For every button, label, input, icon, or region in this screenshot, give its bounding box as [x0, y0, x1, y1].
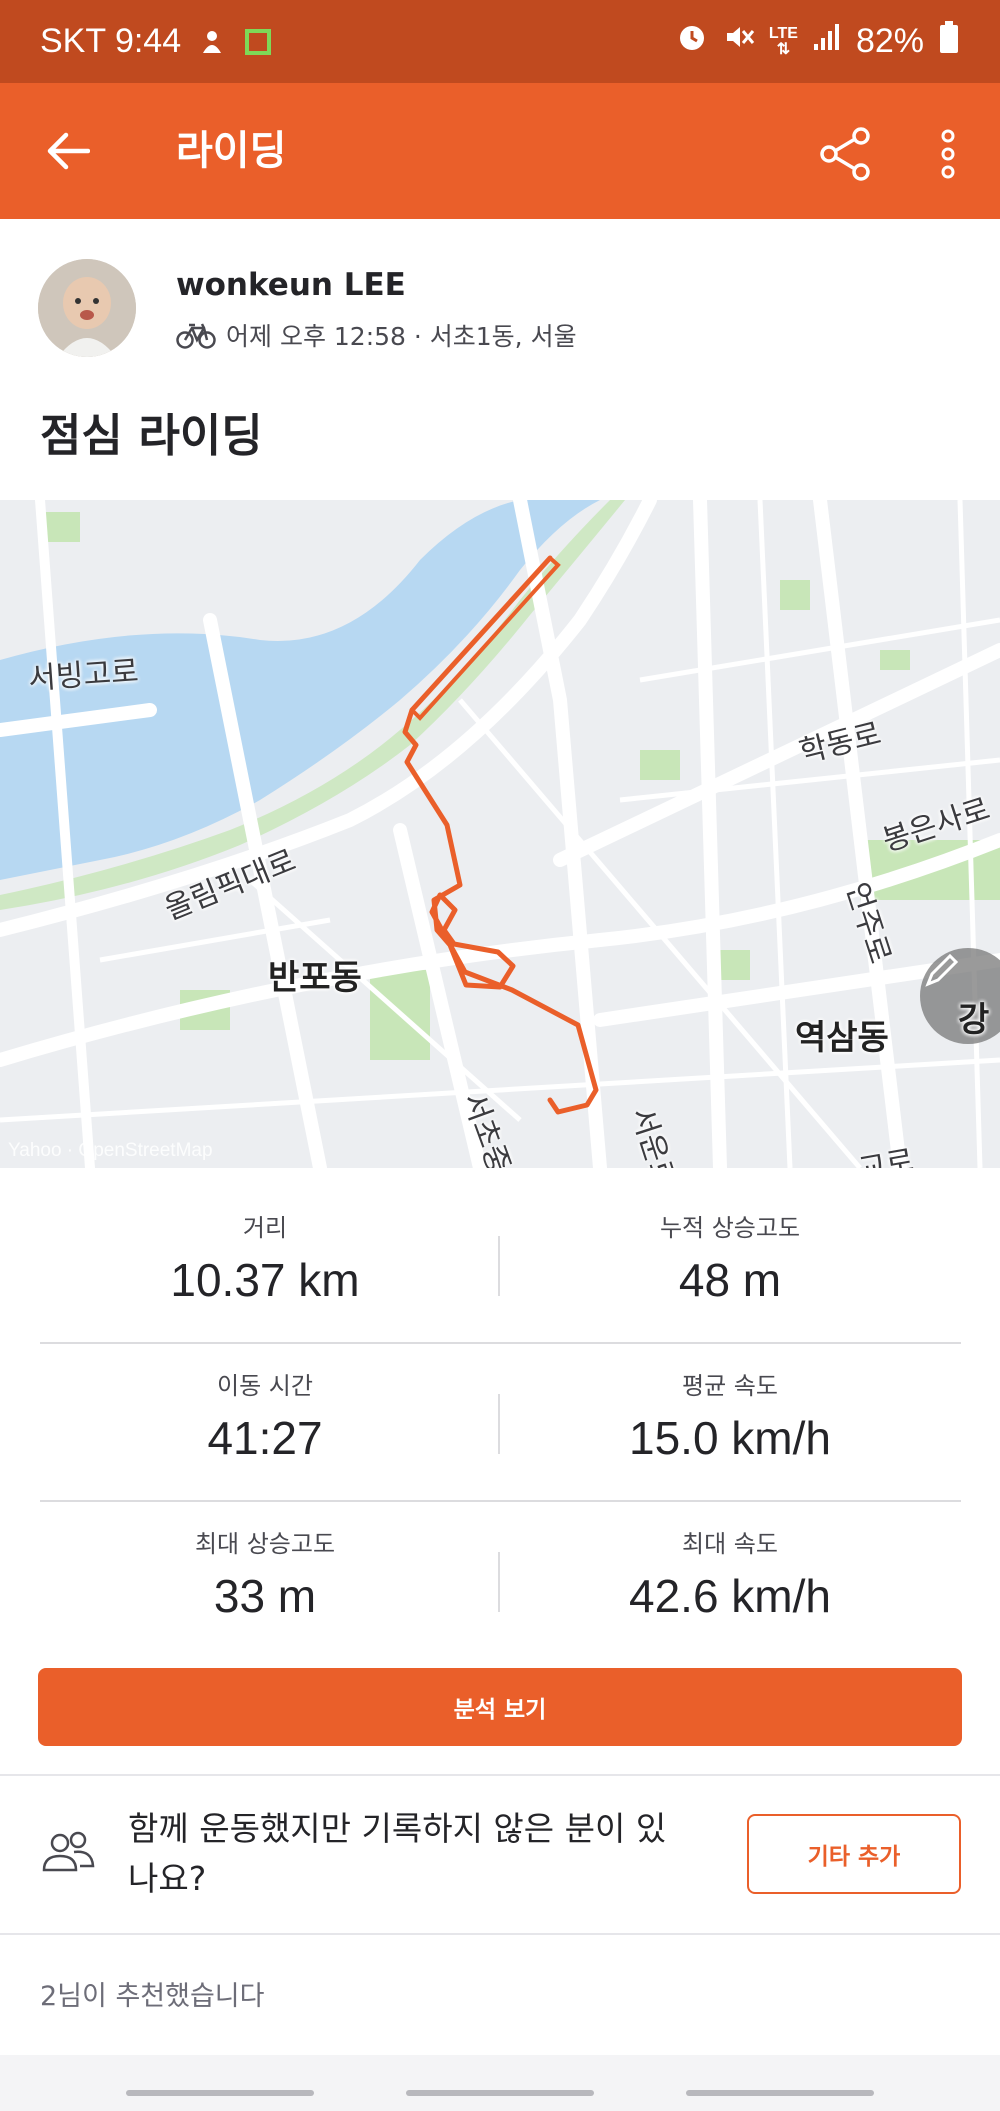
nav-recents-button[interactable] — [126, 2090, 314, 2096]
map-canvas — [0, 500, 1000, 1168]
stat-label: 최대 상승고도 — [194, 1530, 336, 1558]
stat-max-elevation: 최대 상승고도 33 m — [35, 1524, 495, 1623]
activity-title: 점심 라이딩 — [40, 409, 263, 462]
alarm-icon — [675, 20, 709, 63]
map-label: 서빙고로 — [27, 654, 140, 697]
map-label: 반포동 — [268, 958, 362, 998]
divider — [0, 1774, 1000, 1776]
back-button[interactable] — [38, 121, 98, 181]
carrier-time: SKT 9:44 — [40, 22, 182, 60]
stat-value: 41:27 — [207, 1412, 323, 1464]
activity-header: wonkeun LEE 어제 오후 12:58 · 서초1동, 서울 점심 라이… — [0, 219, 1000, 499]
stat-value: 42.6 km/h — [629, 1570, 831, 1622]
stat-elevation-gain: 누적 상승고도 48 m — [500, 1208, 960, 1307]
stat-value: 15.0 km/h — [629, 1412, 831, 1464]
app-bar: 라이딩 — [0, 83, 1000, 219]
stat-label: 이동 시간 — [217, 1372, 313, 1400]
kudos-text[interactable]: 2님이 추천했습니다 — [40, 1974, 264, 2013]
status-bar: SKT 9:44 LTE ⇅ 82% — [0, 0, 1000, 83]
share-button[interactable] — [810, 119, 880, 189]
nav-home-button[interactable] — [406, 2090, 594, 2096]
status-left: SKT 9:44 — [40, 0, 273, 83]
battery-icon — [938, 20, 960, 63]
page-title: 라이딩 — [176, 128, 287, 174]
add-others-button[interactable]: 기타 추가 — [747, 1814, 961, 1894]
stat-label: 거리 — [242, 1214, 288, 1242]
map-label: 강 — [958, 1000, 990, 1040]
arrow-left-icon — [47, 132, 90, 170]
view-analysis-button[interactable]: 분석 보기 — [38, 1668, 962, 1746]
stat-moving-time: 이동 시간 41:27 — [35, 1366, 495, 1465]
pencil-icon — [925, 953, 959, 987]
status-right: LTE ⇅ 82% — [675, 0, 960, 83]
more-options-button[interactable] — [918, 119, 978, 189]
signal-icon — [812, 22, 842, 61]
mute-icon — [723, 21, 755, 62]
stat-value: 10.37 km — [170, 1254, 360, 1306]
share-icon — [820, 127, 870, 181]
stat-value: 48 m — [678, 1254, 782, 1306]
stat-label: 최대 속도 — [682, 1530, 778, 1558]
activity-meta: 어제 오후 12:58 · 서초1동, 서울 — [176, 317, 577, 353]
nav-back-button[interactable] — [686, 2090, 874, 2096]
map-attribution: Yahoo · OpenStreetMap — [8, 1140, 213, 1161]
stat-label: 누적 상승고도 — [659, 1214, 801, 1242]
lte-icon: LTE ⇅ — [768, 24, 798, 58]
stat-value: 33 m — [213, 1570, 317, 1622]
athlete-name[interactable]: wonkeun LEE — [176, 267, 406, 303]
bike-icon — [176, 321, 216, 349]
battery-percent: 82% — [855, 22, 924, 60]
avatar[interactable] — [38, 259, 136, 357]
screen-record-icon — [243, 27, 273, 57]
notification-icon — [197, 27, 227, 57]
stat-distance: 거리 10.37 km — [35, 1208, 495, 1307]
divider — [40, 1342, 961, 1344]
people-group-icon — [42, 1831, 95, 1872]
group-activity-prompt: 함께 운동했지만 기록하지 않은 분이 있나요? — [128, 1809, 667, 1898]
map-label: 역삼동 — [795, 1018, 889, 1058]
more-vertical-icon — [941, 129, 955, 179]
route-map[interactable]: 서빙고로 올림픽대로 반포동 학동로 봉은사로 언주로 역삼동 서초중 서운로 … — [0, 500, 1000, 1168]
activity-datetime-location: 어제 오후 12:58 · 서초1동, 서울 — [226, 322, 577, 351]
divider — [0, 1933, 1000, 1935]
stat-avg-speed: 평균 속도 15.0 km/h — [500, 1366, 960, 1465]
stat-max-speed: 최대 속도 42.6 km/h — [500, 1524, 960, 1623]
divider — [40, 1500, 961, 1502]
system-nav-bar — [0, 2055, 1000, 2111]
stat-label: 평균 속도 — [682, 1372, 778, 1400]
stats-grid: 거리 10.37 km 누적 상승고도 48 m 이동 시간 41:27 평균 … — [0, 1168, 1000, 1655]
